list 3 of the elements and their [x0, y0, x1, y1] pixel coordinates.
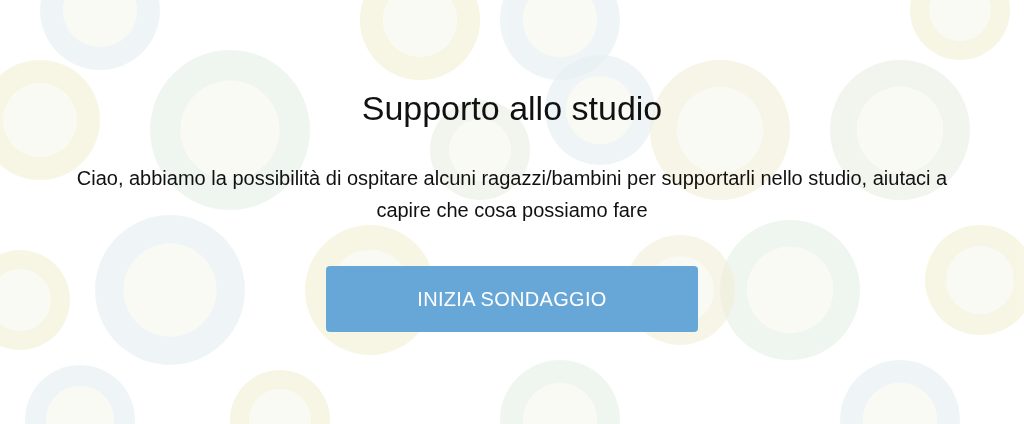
- start-survey-button[interactable]: INIZIA SONDAGGIO: [326, 266, 698, 332]
- page-title: Supporto allo studio: [361, 88, 663, 128]
- description-text: Ciao, abbiamo la possibilità di ospitare alcuni ragazzi/bambini per supportarli nello studio, aiutaci a capire che cosa possiamo fare: [75, 166, 949, 223]
